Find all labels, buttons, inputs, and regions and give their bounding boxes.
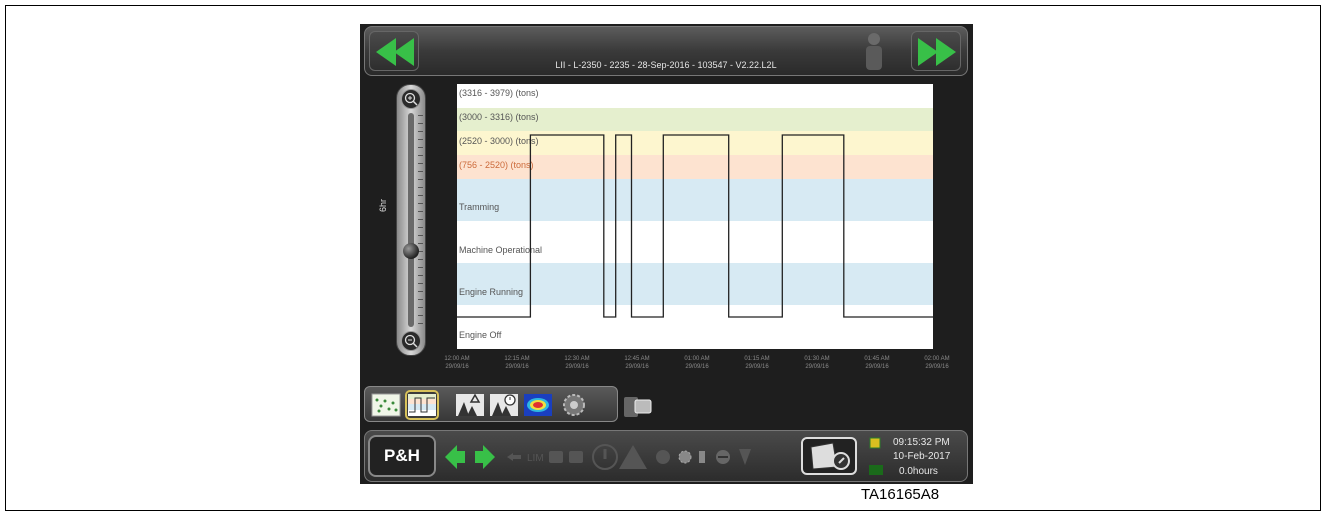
fan-icon [656, 450, 670, 464]
gear-status-icon [678, 450, 692, 464]
zoom-out-button[interactable] [401, 331, 421, 351]
slider-thumb[interactable] [403, 243, 419, 259]
tab-machine-timer[interactable] [489, 392, 519, 418]
time-zoom-slider[interactable] [396, 84, 426, 356]
zoom-in-icon [404, 92, 418, 106]
status-indicators: LIM [445, 444, 751, 470]
slider-track [408, 113, 414, 327]
camera-icon [810, 442, 850, 470]
camera-button[interactable] [801, 437, 857, 475]
x-tick-label: 01:30 AM 29/09/16 [804, 356, 830, 370]
x-tick-label: 12:00 AM 29/09/16 [444, 356, 470, 370]
down-arrows-icon [739, 449, 751, 465]
gear-view-icon [563, 394, 585, 416]
x-tick-label: 12:45 AM 29/09/16 [624, 356, 650, 370]
tab-gear-view[interactable] [559, 392, 589, 418]
engine-hours: 0.0hours [899, 466, 938, 477]
x-tick-label: 01:15 AM 29/09/16 [744, 356, 770, 370]
time-block: 09:15:32 PM 10-Feb-2017 0.0hours [865, 435, 965, 479]
x-tick-label: 01:45 AM 29/09/16 [864, 356, 890, 370]
plug-icon [699, 451, 705, 463]
slider-ticks [418, 115, 423, 325]
state-series-line [457, 134, 933, 318]
panel-toggle-icon[interactable] [623, 396, 655, 418]
double-right-arrow-icon [918, 38, 956, 66]
hmi-screen: LII - L-2350 - 2235 - 28-Sep-2016 - 1035… [360, 24, 973, 484]
zoom-in-button[interactable] [401, 89, 421, 109]
green-right-arrow-icon [475, 445, 495, 469]
warning-circle-icon [592, 444, 618, 470]
operator-icon [866, 33, 882, 70]
view-tabbar [364, 386, 618, 422]
green-left-arrow-icon [445, 445, 465, 469]
machine-timer-icon [490, 394, 518, 416]
heatmap-icon [524, 394, 552, 416]
status-shield-icon [869, 437, 881, 449]
x-tick-label: 12:30 AM 29/09/16 [564, 356, 590, 370]
tab-machine-lift[interactable] [455, 392, 485, 418]
scatter-view-icon [371, 393, 401, 417]
machine-lift-icon [456, 393, 484, 416]
zoom-out-icon [404, 334, 418, 348]
top-bar: LII - L-2350 - 2235 - 28-Sep-2016 - 1035… [364, 26, 968, 76]
current-time: 09:15:32 PM [893, 437, 950, 448]
x-axis-labels: 12:00 AM 29/09/16 12:15 AM 29/09/16 12:30 AM… [444, 355, 957, 375]
current-date: 10-Feb-2017 [893, 451, 951, 462]
tab-heatmap[interactable] [523, 392, 553, 418]
state-chart: (3316 - 3979) (tons) (3000 - 3316) (tons)… [457, 84, 933, 349]
ph-logo: P&H [368, 435, 436, 477]
inactive-arrows-icon [507, 453, 521, 461]
status-bar: P&H LIM 09:15:32 PM 10-Feb-2017 0.0hours [364, 430, 968, 482]
warning-triangle-icon [619, 445, 647, 469]
stop-icon [716, 450, 730, 464]
zoom-level-label: 6hr [378, 198, 388, 212]
lim-indicator: LIM [527, 453, 544, 464]
next-button[interactable] [911, 31, 961, 71]
x-tick-label: 12:15 AM 29/09/16 [504, 356, 530, 370]
status-green-indicator [869, 465, 883, 475]
band-chart-icon [408, 394, 436, 416]
tab-scatter-view[interactable] [371, 392, 401, 418]
figure-caption: TA16165A8 [861, 486, 940, 503]
x-tick-label: 01:00 AM 29/09/16 [684, 356, 710, 370]
x-tick-label: 02:00 AM 29/09/16 [924, 356, 950, 370]
chart-svg [457, 134, 933, 318]
tab-band-chart[interactable] [405, 390, 439, 420]
